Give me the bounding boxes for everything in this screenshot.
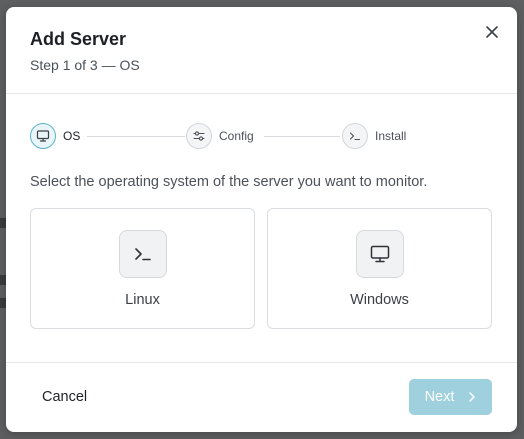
close-button[interactable] — [481, 21, 503, 43]
close-icon — [486, 26, 498, 38]
step-circle — [186, 123, 212, 149]
stepper: OS Config Install — [30, 123, 470, 153]
next-button-label: Next — [424, 389, 455, 405]
os-option-windows[interactable]: Windows — [267, 208, 492, 329]
step-connector — [264, 136, 340, 137]
monitor-icon — [370, 245, 389, 263]
terminal-icon — [349, 132, 361, 141]
terminal-icon — [134, 248, 151, 261]
dialog-subtitle: Step 1 of 3 — OS — [30, 57, 140, 73]
step-config[interactable]: Config — [186, 123, 254, 149]
cancel-button[interactable]: Cancel — [30, 385, 99, 409]
step-circle — [342, 123, 368, 149]
step-os[interactable]: OS — [30, 123, 80, 149]
step-label: Config — [219, 129, 254, 143]
step-install[interactable]: Install — [342, 123, 406, 149]
os-prompt: Select the operating system of the serve… — [30, 174, 428, 190]
step-label: Install — [375, 129, 407, 143]
next-button[interactable]: Next — [409, 379, 492, 415]
step-label: OS — [63, 129, 81, 143]
step-circle — [30, 123, 56, 149]
os-option-label: Windows — [350, 292, 409, 308]
os-option-label: Linux — [125, 292, 160, 308]
dialog-header: Add Server Step 1 of 3 — OS — [6, 7, 517, 94]
sliders-icon — [193, 131, 205, 141]
dialog-title: Add Server — [30, 29, 127, 49]
card-icon-box — [118, 230, 167, 278]
monitor-icon — [36, 130, 50, 142]
card-icon-box — [355, 230, 404, 278]
dialog-footer: Cancel Next — [6, 362, 517, 433]
add-server-dialog: Add Server Step 1 of 3 — OS OS Config In… — [6, 7, 517, 432]
chevron-right-icon — [469, 392, 476, 402]
step-connector — [87, 136, 185, 137]
os-option-linux[interactable]: Linux — [30, 208, 255, 329]
